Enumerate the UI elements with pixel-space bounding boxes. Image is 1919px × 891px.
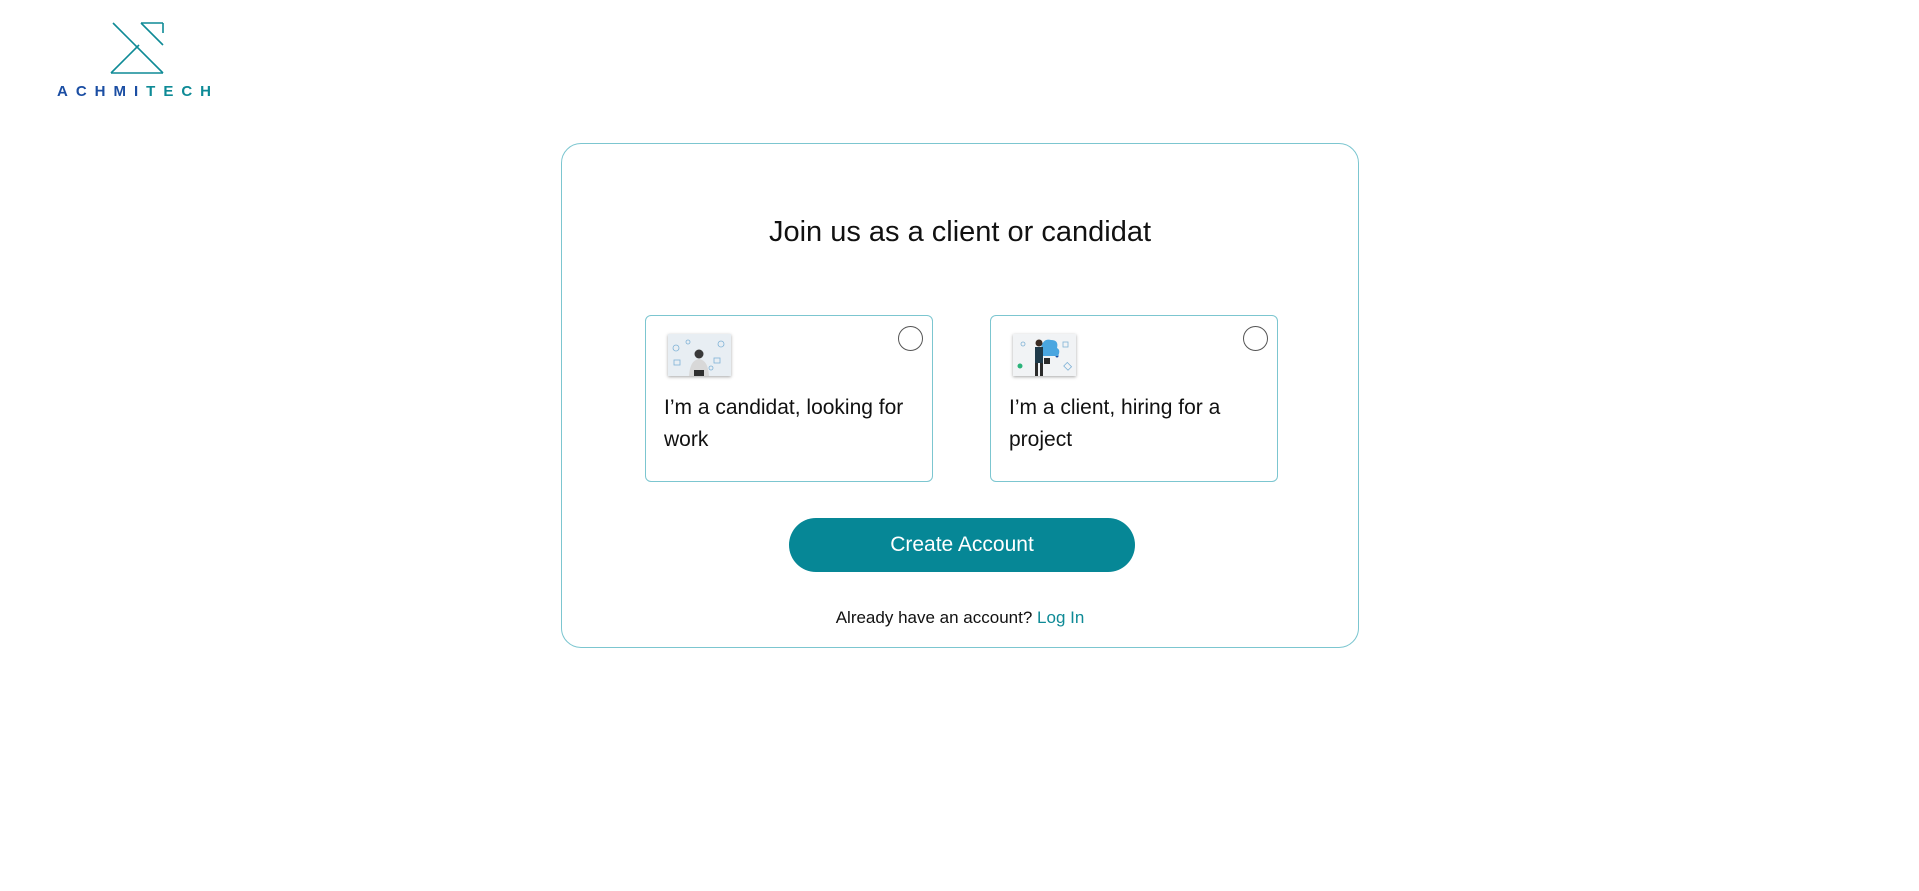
brand-name: ACHMITECH	[57, 83, 219, 100]
achmitech-logo[interactable]: ACHMITECH	[57, 21, 217, 101]
candidat-option-label: I’m a candidat, looking for work	[664, 396, 904, 451]
person-with-cloud-image	[1013, 334, 1076, 376]
login-link[interactable]: Log In	[1037, 608, 1084, 627]
login-prompt-row: Already have an account? Log In	[562, 608, 1358, 628]
signup-card: Join us as a client or candidat I’m a ca…	[561, 143, 1359, 648]
achmitech-logo-icon	[110, 22, 164, 74]
page-title: Join us as a client or candidat	[768, 216, 1152, 248]
login-prompt-text: Already have an account?	[835, 608, 1033, 627]
candidat-radio[interactable]	[898, 326, 923, 351]
create-account-button[interactable]: Create Account	[789, 518, 1135, 572]
person-with-tech-icons-image	[668, 334, 731, 376]
client-radio[interactable]	[1243, 326, 1268, 351]
client-option-card[interactable]: I’m a client, hiring for a project	[990, 315, 1278, 482]
client-option-label: I’m a client, hiring for a project	[1009, 396, 1221, 451]
brand-name-part2: TECH	[146, 83, 220, 100]
brand-name-part1: ACHMI	[57, 83, 147, 100]
candidat-option-card[interactable]: I’m a candidat, looking for work	[645, 315, 933, 482]
